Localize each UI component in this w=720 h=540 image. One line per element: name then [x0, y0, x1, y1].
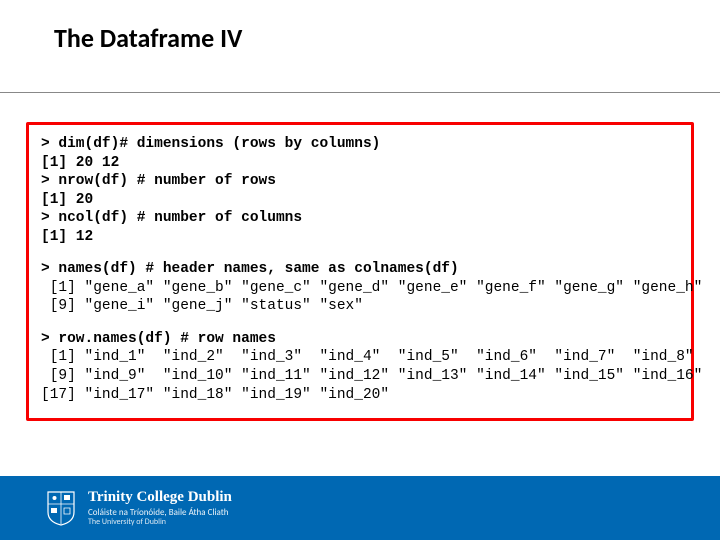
- slide: The Dataframe IV > dim(df)# dimensions (…: [0, 0, 720, 540]
- footer-institution: Trinity College Dublin: [88, 489, 232, 506]
- code-block-rownames: > row.names(df) # row names [1] "ind_1" …: [41, 330, 679, 404]
- code-box: > dim(df)# dimensions (rows by columns) …: [26, 122, 694, 421]
- code-cmd-names: > names(df) # header names, same as coln…: [41, 260, 679, 279]
- code-block-dim: > dim(df)# dimensions (rows by columns) …: [41, 135, 679, 246]
- footer-sub2: The University of Dublin: [88, 518, 232, 527]
- crest-icon: [46, 490, 76, 526]
- code-block-names: > names(df) # header names, same as coln…: [41, 260, 679, 316]
- footer-text: Trinity College Dublin Coláiste na Tríon…: [88, 489, 232, 526]
- divider: [0, 92, 720, 93]
- footer-bar: Trinity College Dublin Coláiste na Tríon…: [0, 476, 720, 540]
- code-out-rownames: [1] "ind_1" "ind_2" "ind_3" "ind_4" "ind…: [41, 348, 679, 404]
- code-out-names: [1] "gene_a" "gene_b" "gene_c" "gene_d" …: [41, 279, 679, 316]
- slide-title: The Dataframe IV: [54, 22, 242, 54]
- code-cmd-rownames: > row.names(df) # row names: [41, 330, 679, 349]
